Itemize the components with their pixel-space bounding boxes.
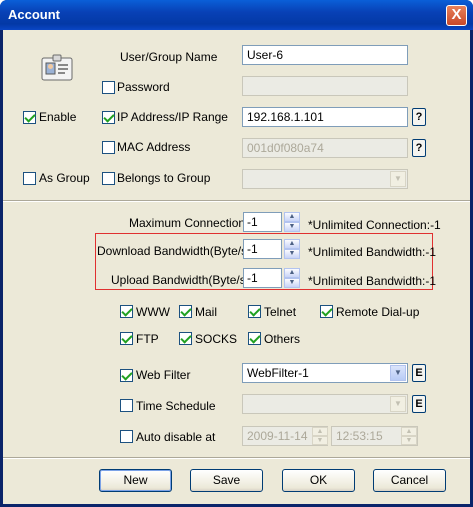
chevron-down-icon: ▼	[390, 365, 406, 381]
window-title: Account	[8, 7, 60, 22]
ip-help-button[interactable]: ?	[412, 108, 426, 126]
spin-down-icon[interactable]: ▼	[284, 249, 300, 259]
web-filter-label: Web Filter	[136, 368, 191, 382]
cancel-button[interactable]: Cancel	[373, 469, 446, 492]
others-checkbox[interactable]	[248, 332, 261, 345]
remote-dialup-checkbox[interactable]	[320, 305, 333, 318]
user-card-icon	[41, 54, 73, 82]
mac-checkbox[interactable]	[102, 141, 115, 154]
web-filter-checkbox[interactable]	[120, 369, 133, 382]
www-checkbox[interactable]	[120, 305, 133, 318]
upload-bandwidth-input[interactable]: -1	[243, 268, 282, 288]
auto-disable-label: Auto disable at	[136, 430, 216, 444]
upload-bandwidth-spinner[interactable]: ▲ ▼	[284, 268, 300, 288]
spin-down-icon[interactable]: ▼	[312, 436, 328, 445]
web-filter-select-value: WebFilter-1	[247, 366, 309, 380]
socks-label: SOCKS	[195, 332, 238, 346]
chevron-down-icon: ▼	[390, 396, 406, 412]
close-icon: X	[451, 6, 462, 23]
group-select[interactable]: ▼	[242, 169, 408, 189]
ip-checkbox[interactable]	[102, 111, 115, 124]
socks-checkbox[interactable]	[179, 332, 192, 345]
ip-label: IP Address/IP Range	[117, 110, 228, 124]
www-label: WWW	[136, 305, 170, 319]
as-group-label: As Group	[39, 171, 90, 185]
user-name-input[interactable]: User-6	[242, 45, 408, 65]
auto-disable-date-spinner[interactable]: ▲ ▼	[312, 427, 328, 445]
telnet-label: Telnet	[264, 305, 297, 319]
time-schedule-label: Time Schedule	[136, 399, 216, 413]
ftp-label: FTP	[136, 332, 159, 346]
divider-top	[3, 200, 470, 202]
mac-input[interactable]: 001d0f080a74	[242, 138, 408, 158]
web-filter-edit-button[interactable]: E	[412, 364, 426, 382]
ip-input[interactable]: 192.168.1.101	[242, 107, 408, 127]
mac-help-button[interactable]: ?	[412, 139, 426, 157]
user-name-label: User/Group Name	[120, 50, 218, 64]
upload-bandwidth-note: *Unlimited Bandwidth:-1	[308, 274, 437, 288]
spin-down-icon[interactable]: ▼	[284, 222, 300, 232]
auto-disable-checkbox[interactable]	[120, 430, 133, 443]
download-bandwidth-label: Download Bandwidth(Byte/s)	[97, 244, 252, 258]
download-bandwidth-note: *Unlimited Bandwidth:-1	[308, 245, 437, 259]
spin-up-icon[interactable]: ▲	[284, 212, 300, 222]
mail-label: Mail	[195, 305, 218, 319]
download-bandwidth-spinner[interactable]: ▲ ▼	[284, 239, 300, 259]
max-connections-spinner[interactable]: ▲ ▼	[284, 212, 300, 232]
password-input[interactable]	[242, 76, 408, 96]
password-label: Password	[117, 80, 170, 94]
mac-label: MAC Address	[117, 140, 191, 154]
download-bandwidth-input[interactable]: -1	[243, 239, 282, 259]
spin-down-icon[interactable]: ▼	[284, 278, 300, 288]
mail-checkbox[interactable]	[179, 305, 192, 318]
upload-bandwidth-label: Upload Bandwidth(Byte/s)	[111, 273, 250, 287]
dialog-body: User/Group Name User-6 Password Enable I…	[3, 30, 470, 504]
account-window: Account X User/Group Name User-6 Passwor…	[0, 0, 473, 507]
ok-button[interactable]: OK	[282, 469, 355, 492]
divider-bottom	[3, 457, 470, 459]
telnet-checkbox[interactable]	[248, 305, 261, 318]
ftp-checkbox[interactable]	[120, 332, 133, 345]
spin-down-icon[interactable]: ▼	[401, 436, 417, 445]
spin-up-icon[interactable]: ▲	[312, 427, 328, 436]
remote-dialup-label: Remote Dial-up	[336, 305, 420, 319]
max-connections-note: *Unlimited Connection:-1	[308, 218, 441, 232]
others-label: Others	[264, 332, 301, 346]
close-button[interactable]: X	[446, 5, 467, 26]
time-schedule-select[interactable]: ▼	[242, 394, 408, 414]
save-button[interactable]: Save	[190, 469, 263, 492]
chevron-down-icon: ▼	[390, 171, 406, 187]
spin-up-icon[interactable]: ▲	[284, 268, 300, 278]
auto-disable-time-spinner[interactable]: ▲ ▼	[401, 427, 417, 445]
time-schedule-edit-button[interactable]: E	[412, 395, 426, 413]
enable-label: Enable	[39, 110, 77, 124]
new-button[interactable]: New	[99, 469, 172, 492]
spin-up-icon[interactable]: ▲	[401, 427, 417, 436]
time-schedule-checkbox[interactable]	[120, 399, 133, 412]
belongs-to-group-label: Belongs to Group	[117, 171, 211, 185]
password-checkbox[interactable]	[102, 81, 115, 94]
max-connections-input[interactable]: -1	[243, 212, 282, 232]
max-connections-label: Maximum Connections	[129, 216, 252, 230]
title-bar[interactable]: Account X	[0, 0, 473, 30]
belongs-to-group-checkbox[interactable]	[102, 172, 115, 185]
spin-up-icon[interactable]: ▲	[284, 239, 300, 249]
web-filter-select[interactable]: WebFilter-1 ▼	[242, 363, 408, 383]
as-group-checkbox[interactable]	[23, 172, 36, 185]
enable-checkbox[interactable]	[23, 111, 36, 124]
